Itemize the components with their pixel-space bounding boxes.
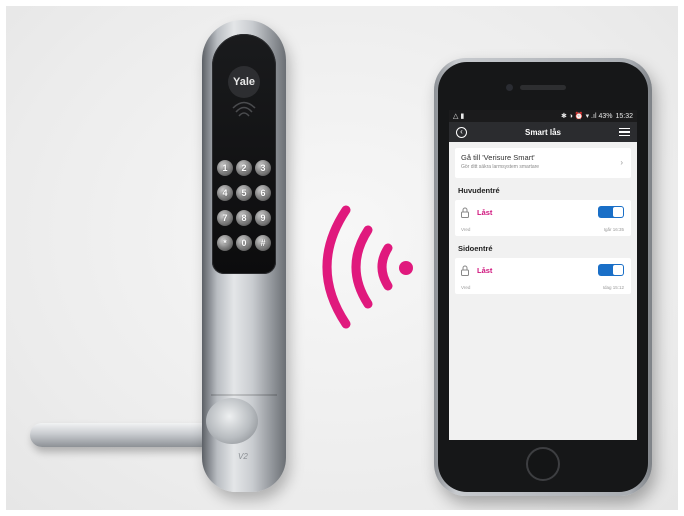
padlock-icon (461, 207, 469, 218)
keypad-key[interactable]: 7 (217, 210, 233, 226)
keypad-key[interactable]: 9 (255, 210, 271, 226)
lock-toggle[interactable] (598, 264, 624, 276)
front-camera (506, 84, 513, 91)
keypad-key[interactable]: * (217, 235, 233, 251)
promo-title: Gå till 'Verisure Smart' (461, 153, 535, 162)
chevron-right-icon: › (620, 158, 623, 167)
status-icons-left: △ ▮ (453, 113, 465, 120)
hamburger-menu-icon[interactable] (619, 127, 630, 137)
status-time: 15:32 (615, 112, 633, 120)
keypad-key[interactable]: # (255, 235, 271, 251)
lock-status: Låst (477, 208, 493, 217)
section-heading: Huvudentré (458, 186, 500, 195)
nfc-icon (232, 101, 256, 117)
yale-logo: Yale (228, 66, 260, 98)
lock-timestamp: Idag 15:12 (602, 285, 624, 290)
keypad-key[interactable]: 6 (255, 185, 271, 201)
lock-card-main-entrance: Låst Vred Igår 16:35 (455, 200, 631, 236)
status-bar: △ ▮ ✱ ◑ ⏰ ▾ .ıl 43% 15:32 (449, 110, 637, 122)
lock-keypad: 1 2 3 4 5 6 7 8 9 * 0 # (217, 160, 271, 251)
door-handle-rose (206, 398, 258, 444)
padlock-icon (461, 265, 469, 276)
home-button[interactable] (526, 447, 560, 481)
keypad-key[interactable]: 3 (255, 160, 271, 176)
status-icons-right: ✱ ◑ ⏰ ▾ .ıl 43% (560, 113, 613, 120)
lock-method-label: Vred (461, 227, 471, 232)
keypad-key[interactable]: 4 (217, 185, 233, 201)
earpiece-speaker (520, 85, 566, 90)
product-photo: Yale 1 2 3 4 5 6 7 8 9 * 0 # V2 △ ▮ ✱ ◑ … (6, 6, 678, 510)
keypad-key[interactable]: 2 (236, 160, 252, 176)
lock-card-side-entrance: Låst Vred Idag 15:12 (455, 258, 631, 294)
phone-screen: △ ▮ ✱ ◑ ⏰ ▾ .ıl 43% 15:32 ‹ Smart lås Gå… (449, 110, 637, 440)
lock-seam (211, 394, 277, 396)
lock-model-mark: V2 (238, 452, 248, 461)
section-heading: Sidoentré (458, 244, 493, 253)
keypad-key[interactable]: 8 (236, 210, 252, 226)
lock-toggle[interactable] (598, 206, 624, 218)
keypad-key[interactable]: 1 (217, 160, 233, 176)
lock-status: Låst (477, 266, 493, 275)
lock-timestamp: Igår 16:35 (603, 227, 624, 232)
back-arrow-icon[interactable]: ‹ (456, 126, 467, 138)
keypad-key[interactable]: 0 (236, 235, 252, 251)
app-bar: ‹ Smart lås (449, 122, 637, 142)
app-title: Smart lås (524, 127, 562, 137)
wireless-signal-icon (322, 205, 413, 329)
lock-method-label: Vred (461, 285, 471, 290)
verisure-smart-banner[interactable]: Gå till 'Verisure Smart' Gör ditt säkra … (455, 148, 631, 178)
promo-subtitle: Gör ditt säkra larmsystem smartare (461, 164, 540, 170)
keypad-key[interactable]: 5 (236, 185, 252, 201)
